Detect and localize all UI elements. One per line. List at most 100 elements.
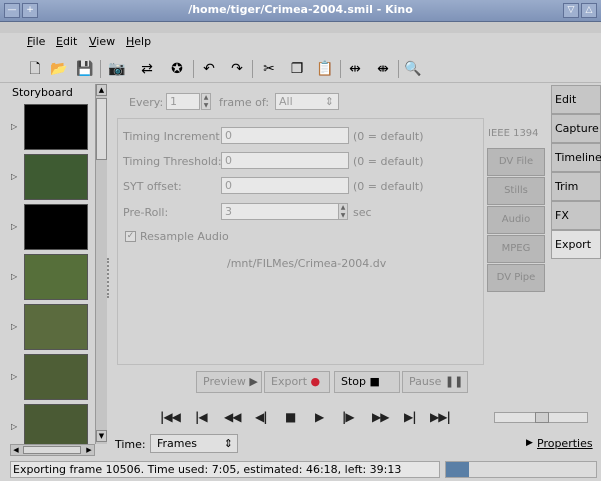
storyboard-hscrollbar[interactable]: ◀ ▶ [10, 444, 95, 456]
expand-arrow-icon[interactable]: ▷ [11, 372, 17, 381]
progress-fill [446, 462, 469, 477]
scroll-thumb[interactable] [96, 98, 107, 160]
tab-timeline[interactable]: Timeline [551, 143, 601, 172]
export-button[interactable]: Export ● [264, 371, 330, 393]
timing-increment-hint: (0 = default) [353, 130, 424, 143]
stop-icon: ■ [369, 375, 380, 388]
resample-checkbox[interactable]: ✓ [125, 231, 136, 242]
pre-roll-input[interactable]: 3 [221, 203, 339, 220]
scroll-up-icon[interactable]: ▲ [96, 84, 107, 96]
slider-handle[interactable] [535, 412, 549, 423]
tab-stills[interactable]: Stills [487, 177, 545, 205]
scroll-right-icon[interactable]: ▶ [84, 445, 94, 455]
next-frame-icon[interactable]: |▶ [342, 410, 355, 424]
scroll-left-icon[interactable]: ◀ [11, 445, 21, 455]
tab-trim[interactable]: Trim [551, 172, 601, 201]
menu-help[interactable]: Help [126, 35, 151, 48]
syt-offset-label: SYT offset: [123, 180, 182, 193]
position-slider[interactable] [494, 412, 588, 423]
pause-icon: ❚❚ [444, 375, 464, 388]
tab-audio[interactable]: Audio [487, 206, 545, 234]
undo-icon[interactable]: ↶ [198, 58, 220, 80]
timing-increment-label: Timing Increment: [123, 130, 224, 143]
save-icon[interactable]: 💾 [74, 58, 96, 80]
frame-of-select[interactable]: All ⇕ [275, 93, 339, 110]
menu-view[interactable]: View [89, 35, 115, 48]
tab-mpeg[interactable]: MPEG [487, 235, 545, 263]
play-transport-icon[interactable]: ▶ [315, 410, 324, 424]
syt-offset-hint: (0 = default) [353, 180, 424, 193]
open-folder-icon[interactable]: 📂 [48, 58, 70, 80]
join-icon[interactable]: ⇼ [372, 58, 394, 80]
expand-arrow-icon[interactable]: ▷ [11, 322, 17, 331]
every-spinner[interactable]: 1 [166, 93, 200, 110]
expand-arrow-icon[interactable]: ▷ [11, 272, 17, 281]
title-bar: — + /home/tiger/Crimea-2004.smil - Kino … [0, 0, 601, 22]
first-frame-icon[interactable]: |◀◀ [160, 410, 181, 424]
fast-forward-icon[interactable]: ▶▶ [372, 410, 389, 424]
hscroll-thumb[interactable] [23, 446, 81, 454]
time-label: Time: [115, 438, 146, 451]
pane-splitter[interactable] [107, 258, 111, 298]
next-scene-icon[interactable]: ▶| [404, 410, 417, 424]
time-format-select[interactable]: Frames ⇕ [150, 434, 238, 453]
frame-of-label: frame of: [219, 96, 270, 109]
tab-fx[interactable]: FX [551, 201, 601, 230]
prev-frame-icon[interactable]: ◀| [255, 410, 268, 424]
tab-dv-file[interactable]: DV File [487, 148, 545, 176]
storyboard-thumbnail[interactable] [24, 254, 88, 300]
storyboard-thumbnail[interactable] [24, 204, 88, 250]
prev-scene-icon[interactable]: |◀ [195, 410, 208, 424]
stop-transport-icon[interactable]: ■ [285, 410, 296, 424]
zoom-icon[interactable]: 🔍 [402, 58, 424, 80]
capture-icon[interactable]: 📷 [106, 58, 128, 80]
menu-edit[interactable]: Edit [56, 35, 77, 48]
cut-icon[interactable]: ✂ [258, 58, 280, 80]
record-icon: ● [310, 375, 321, 388]
new-file-icon[interactable]: 🗋 [24, 58, 46, 80]
properties-expander[interactable]: Properties [537, 437, 593, 450]
paste-icon[interactable]: 📋 [314, 58, 336, 80]
toolbar-separator [252, 60, 253, 78]
insert-icon[interactable]: ⇄ [136, 58, 158, 80]
every-label: Every: [129, 96, 164, 109]
storyboard-thumbnail[interactable] [24, 104, 88, 150]
expand-arrow-icon[interactable]: ▷ [11, 222, 17, 231]
expand-arrow-icon[interactable]: ▷ [11, 122, 17, 131]
tab-dv-pipe[interactable]: DV Pipe [487, 264, 545, 292]
tab-edit[interactable]: Edit [551, 85, 601, 114]
timing-threshold-input[interactable]: 0 [221, 152, 349, 169]
tab-capture[interactable]: Capture [551, 114, 601, 143]
pre-roll-spinner-icon[interactable]: ▲ ▼ [338, 203, 348, 220]
preview-button[interactable]: Preview ▶ [196, 371, 262, 393]
last-frame-icon[interactable]: ▶▶| [430, 410, 451, 424]
menu-file[interactable]: File [27, 35, 45, 48]
storyboard-thumbnail[interactable] [24, 354, 88, 400]
scroll-down-icon[interactable]: ▼ [96, 430, 107, 442]
maximize-icon[interactable]: △ [581, 3, 597, 18]
minimize-icon[interactable]: ▽ [563, 3, 579, 18]
redo-icon[interactable]: ↷ [226, 58, 248, 80]
timing-increment-input[interactable]: 0 [221, 127, 349, 144]
expand-arrow-icon[interactable]: ▷ [11, 422, 17, 431]
export-panel: Every: 1 ▲ ▼ frame of: All ⇕ Timing Increm… [115, 88, 551, 368]
copy-icon[interactable]: ❐ [286, 58, 308, 80]
storyboard-scrollbar[interactable]: ▲ ▼ [95, 84, 107, 444]
toolbar-separator [398, 60, 399, 78]
menu-bar: File Edit View Help [0, 33, 601, 53]
expand-arrow-icon[interactable]: ▷ [11, 172, 17, 181]
pause-button[interactable]: Pause ❚❚ [402, 371, 468, 393]
stop-button[interactable]: Stop ■ [334, 371, 400, 393]
tab-export[interactable]: Export [551, 230, 601, 259]
resample-label: Resample Audio [140, 230, 229, 243]
rewind-icon[interactable]: ◀◀ [224, 410, 241, 424]
storyboard-thumbnail[interactable] [24, 154, 88, 200]
split-icon[interactable]: ⇹ [344, 58, 366, 80]
storyboard-thumbnail[interactable] [24, 304, 88, 350]
expander-icon[interactable]: ▶ [526, 438, 533, 448]
timing-threshold-hint: (0 = default) [353, 155, 424, 168]
tab-ieee1394[interactable]: IEEE 1394 [488, 128, 539, 139]
scene-icon[interactable]: ✪ [166, 58, 188, 80]
spinner-arrows-icon[interactable]: ▲ ▼ [201, 93, 211, 110]
syt-offset-input[interactable]: 0 [221, 177, 349, 194]
